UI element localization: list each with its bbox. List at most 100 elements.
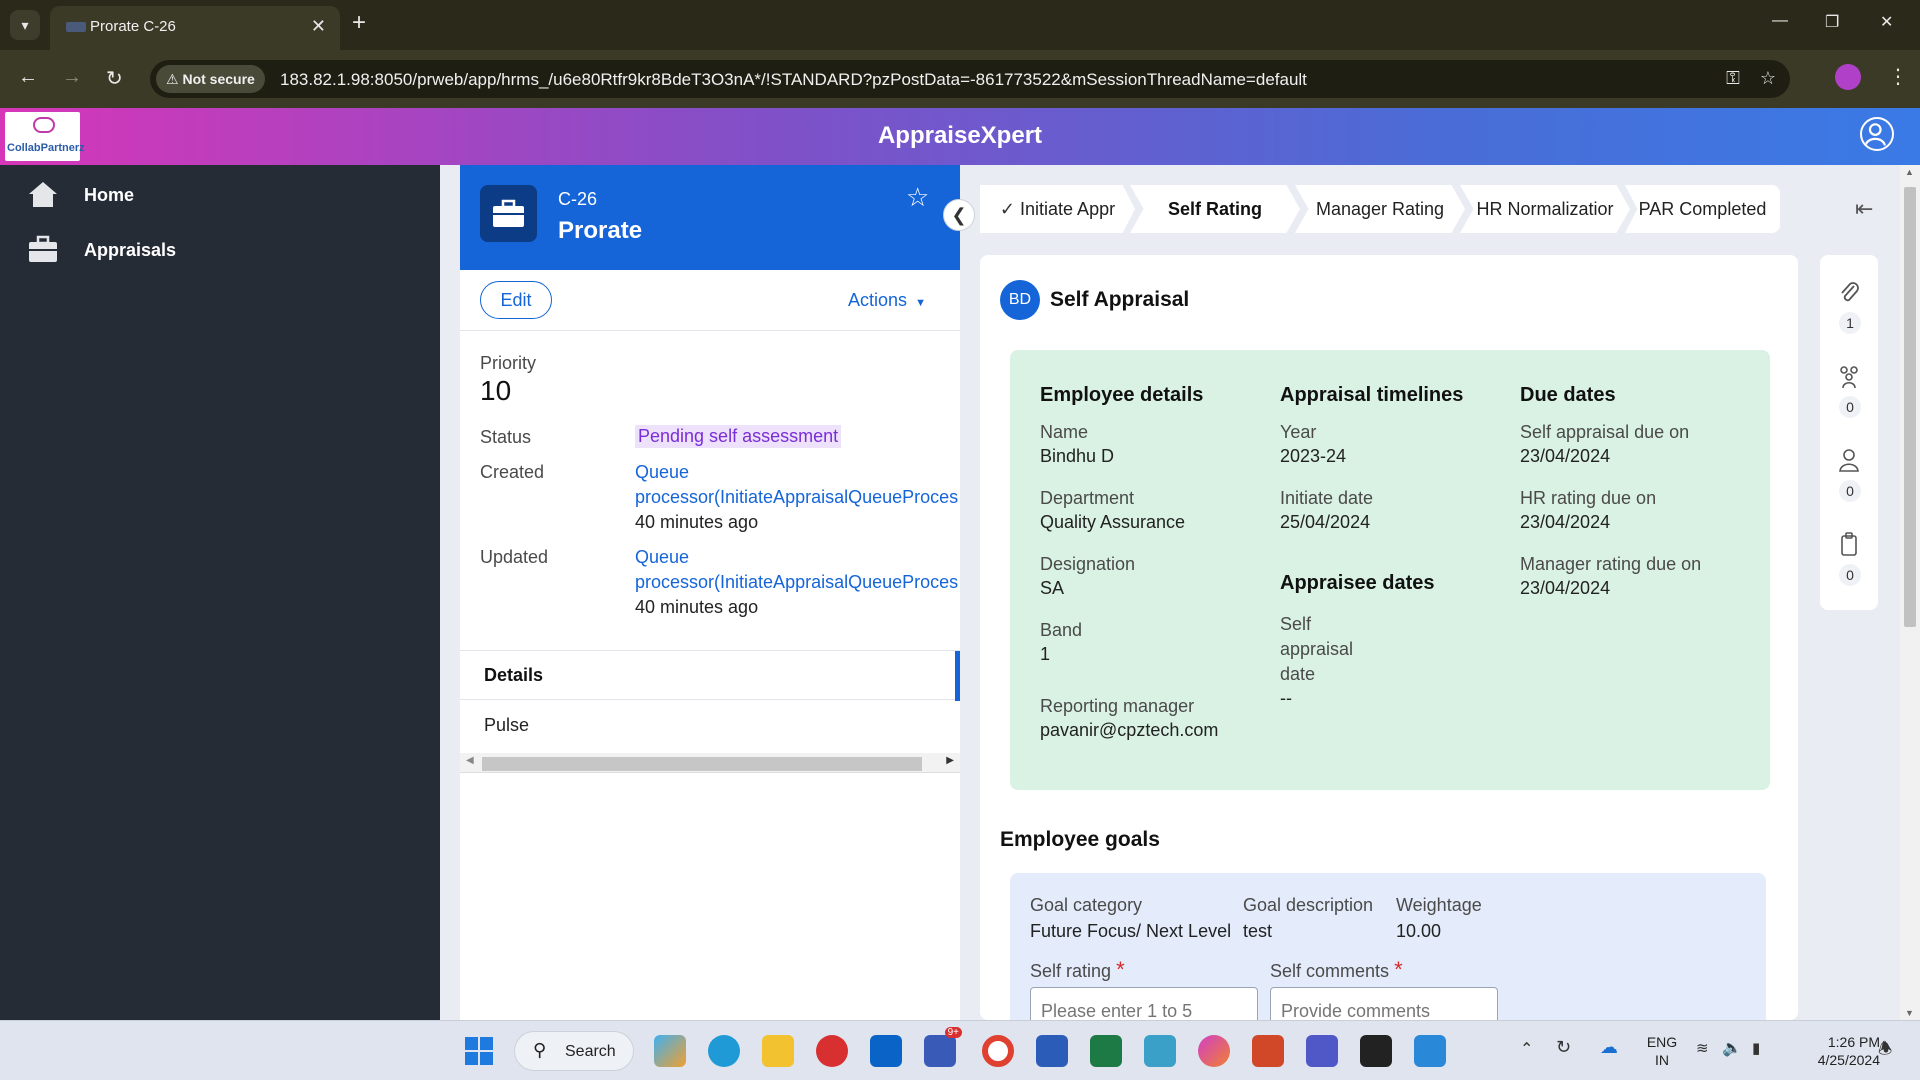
teams-new-icon[interactable]: 9+ [924, 1027, 962, 1067]
address-bar[interactable]: ⚠ Not secure 183.82.1.98:8050/prweb/app/… [150, 60, 1790, 98]
band-value: 1 [1040, 644, 1051, 664]
battery-icon[interactable]: ▮ [1752, 1039, 1760, 1057]
minimize-icon[interactable]: — [1772, 12, 1788, 30]
created-by-link-line2[interactable]: processor(InitiateAppraisalQueueProces [635, 485, 960, 510]
stage-progress-bar: ✓ Initiate Appr Self Rating Manager Rati… [980, 185, 1800, 233]
scroll-right-icon[interactable]: ▶ [946, 755, 954, 766]
paperclip-icon [1841, 282, 1859, 302]
created-by-link-line1[interactable]: Queue [635, 460, 960, 485]
goal-card: Goal category Future Focus/ Next Level G… [1010, 873, 1766, 1020]
input-language[interactable]: ENG IN [1642, 1033, 1682, 1069]
health-app-icon[interactable] [816, 1035, 848, 1067]
notification-bell-icon[interactable]: 🕭 [1878, 1038, 1892, 1065]
employee-goals-title: Employee goals [1000, 828, 1160, 851]
created-time: 40 minutes ago [635, 512, 759, 532]
excel-icon[interactable] [1090, 1035, 1122, 1067]
self-due-value: 23/04/2024 [1520, 446, 1611, 466]
window-close-icon[interactable]: ✕ [1880, 12, 1893, 32]
chrome-icon[interactable] [982, 1035, 1014, 1067]
followers-icon [1840, 366, 1858, 389]
back-icon[interactable]: ← [18, 66, 38, 89]
scroll-down-icon[interactable]: ▼ [1905, 1008, 1914, 1018]
system-clock[interactable]: 1:26 PM 4/25/2024 [1790, 1033, 1880, 1069]
scroll-left-icon[interactable]: ◀ [466, 755, 474, 766]
volume-icon[interactable]: 🔈 [1722, 1038, 1742, 1058]
edge-icon[interactable] [708, 1035, 740, 1067]
wifi-icon[interactable]: ≋ [1696, 1039, 1709, 1057]
updated-info: Queue processor(InitiateAppraisalQueuePr… [635, 545, 960, 620]
tab-details[interactable]: Details [460, 650, 960, 701]
tray-overflow-icon[interactable]: ⌃ [1520, 1039, 1533, 1059]
stage-label: HR Normalizatior [1476, 199, 1614, 219]
reporting-manager-label: Reporting manager [1040, 696, 1195, 716]
profile-avatar[interactable] [1835, 64, 1861, 90]
employee-avatar: BD [1000, 280, 1040, 320]
stage-manager-rating[interactable]: Manager Rating [1295, 185, 1465, 233]
follow-star-icon[interactable]: ☆ [906, 182, 929, 213]
word-icon[interactable] [1036, 1035, 1068, 1067]
actions-menu-button[interactable]: Actions ▼ [848, 290, 926, 311]
clock-date: 4/25/2024 [1817, 1052, 1880, 1068]
hr-due-value: 23/04/2024 [1520, 512, 1611, 532]
required-asterisk: * [1116, 957, 1125, 982]
edit-button[interactable]: Edit [480, 281, 552, 319]
vertical-scrollbar[interactable]: ▲ ▼ [1900, 165, 1920, 1020]
stage-self-rating[interactable]: Self Rating [1130, 185, 1300, 233]
windows-start-icon[interactable] [465, 1037, 493, 1065]
open-drawer-icon[interactable]: ⇤ [1855, 196, 1873, 222]
browser-menu-icon[interactable]: ⋮ [1888, 64, 1908, 89]
tab-search-button[interactable]: ▾ [10, 10, 40, 40]
paint-icon[interactable] [1198, 1035, 1230, 1067]
snipping-tool-icon[interactable] [1144, 1035, 1176, 1067]
stage-initiate[interactable]: ✓ Initiate Appr [980, 185, 1135, 233]
reload-icon[interactable]: ↻ [106, 66, 123, 91]
clock-time: 1:26 PM [1827, 1034, 1880, 1050]
clipboard-icon [1841, 532, 1857, 556]
windows-taskbar: ⚲ Search 9+ ⌃ ↻ ☁ ENG IN ≋ 🔈 ▮ 1:26 PM 4… [0, 1020, 1920, 1080]
case-briefcase-icon [480, 185, 537, 242]
updated-by-link-line2[interactable]: processor(InitiateAppraisalQueueProces [635, 570, 960, 595]
self-comments-input[interactable] [1270, 987, 1498, 1020]
self-rating-input[interactable] [1030, 987, 1258, 1020]
password-key-icon[interactable]: ⚿ [1726, 68, 1740, 88]
tab-close-icon[interactable]: ✕ [311, 16, 326, 37]
sync-icon[interactable]: ↻ [1556, 1037, 1571, 1058]
scrollbar-thumb[interactable] [482, 757, 922, 771]
forward-icon[interactable]: → [62, 66, 82, 89]
horizontal-scrollbar[interactable]: ◀ ▶ [460, 753, 960, 773]
self-rating-label: Self rating * [1030, 957, 1125, 983]
stage-label: PAR Completed [1638, 199, 1767, 219]
collapse-panel-button[interactable]: ❮ [943, 199, 975, 231]
notepad-icon[interactable] [1414, 1035, 1446, 1067]
goal-description-value: test [1243, 921, 1273, 941]
taskbar-search[interactable]: ⚲ Search [514, 1031, 634, 1071]
restore-icon[interactable]: ❐ [1825, 12, 1839, 32]
status-label: Status [480, 427, 532, 447]
employee-details-heading: Employee details [1040, 384, 1204, 406]
stage-par-completed[interactable]: PAR Completed [1625, 185, 1780, 233]
url-text[interactable]: 183.82.1.98:8050/prweb/app/hrms_/u6e80Rt… [280, 70, 1307, 90]
goal-description-label: Goal description [1243, 895, 1374, 915]
security-label: Not secure [182, 71, 255, 87]
goal-category-label: Goal category [1030, 895, 1143, 915]
sticky-notes-icon[interactable] [1360, 1035, 1392, 1067]
case-header: C-26 Prorate ☆ [460, 165, 960, 270]
new-tab-button[interactable]: + [352, 10, 366, 36]
self-appraisal-card: BD Self Appraisal Employee details Name … [980, 255, 1798, 1020]
onedrive-icon[interactable]: ☁ [1600, 1037, 1618, 1058]
security-chip[interactable]: ⚠ Not secure [156, 65, 265, 93]
bookmark-star-icon[interactable]: ☆ [1760, 68, 1776, 88]
scrollbar-thumb[interactable] [1904, 187, 1916, 627]
updated-by-link-line1[interactable]: Queue [635, 545, 960, 570]
teams-icon[interactable] [1306, 1035, 1338, 1067]
outlook-icon[interactable] [870, 1035, 902, 1067]
file-explorer-icon[interactable] [762, 1035, 794, 1067]
stage-hr-normalization[interactable]: HR Normalizatior [1460, 185, 1630, 233]
scroll-up-icon[interactable]: ▲ [1905, 167, 1914, 177]
user-profile-icon[interactable] [1860, 117, 1894, 151]
browser-tab-active[interactable]: Prorate C-26 ✕ [50, 6, 340, 50]
home-icon [29, 182, 57, 207]
department-value: Quality Assurance [1040, 512, 1186, 532]
copilot-icon[interactable] [654, 1035, 686, 1067]
powerpoint-icon[interactable] [1252, 1035, 1284, 1067]
